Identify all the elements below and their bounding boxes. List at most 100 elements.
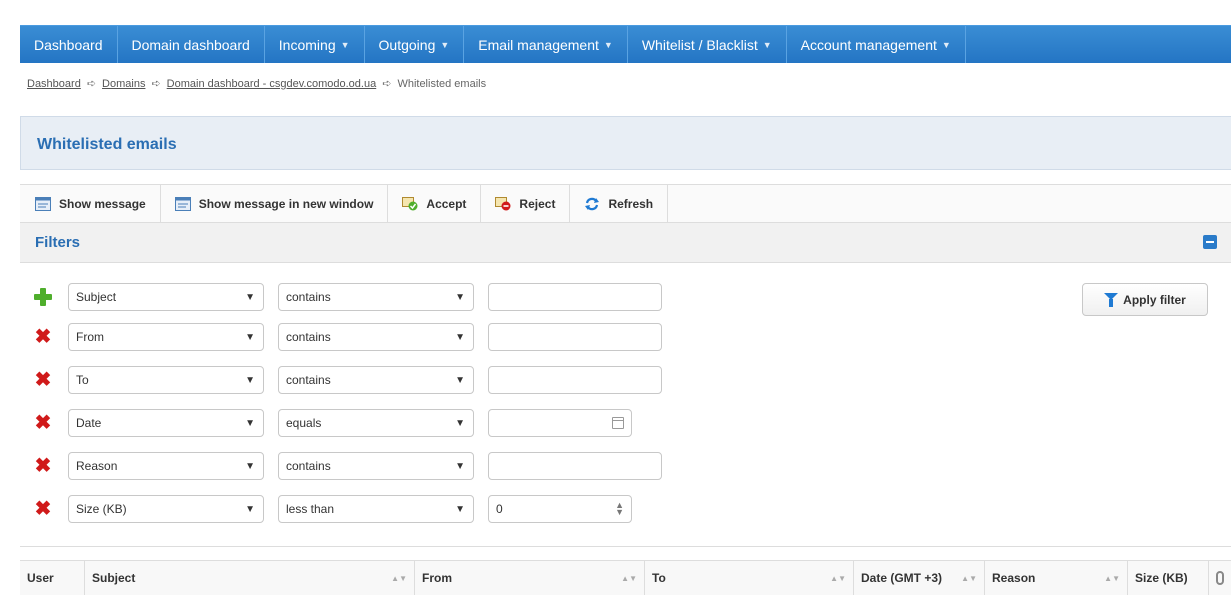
remove-filter-icon[interactable]: ✖ — [33, 413, 53, 433]
remove-filter-icon[interactable]: ✖ — [33, 499, 53, 519]
filter-operator-select[interactable]: contains ▼ — [278, 452, 474, 480]
column-label: User — [27, 571, 54, 585]
top-navigation: Dashboard Domain dashboard Incoming ▼ Out… — [20, 25, 1231, 63]
breadcrumb-link-domain-dashboard[interactable]: Domain dashboard - csgdev.comodo.od.ua — [167, 78, 377, 90]
chevron-down-icon: ▼ — [455, 291, 465, 303]
message-icon — [35, 196, 51, 211]
filter-row: Subject ▼ contains ▼ — [33, 282, 662, 312]
show-message-button[interactable]: Show message — [20, 185, 161, 222]
nav-account-management[interactable]: Account management ▼ — [787, 26, 966, 63]
filter-row: ✖ Reason ▼ contains ▼ — [33, 451, 662, 481]
arrow-right-icon: ➪ — [86, 78, 97, 90]
nav-label: Dashboard — [34, 36, 103, 53]
column-label: Size (KB) — [1135, 571, 1188, 585]
chevron-down-icon: ▼ — [455, 460, 465, 472]
filters-header: Filters — [20, 223, 1231, 263]
select-value: contains — [286, 373, 331, 387]
filter-field-select[interactable]: Size (KB) ▼ — [68, 495, 264, 523]
column-header-size[interactable]: Size (KB) — [1128, 561, 1209, 595]
nav-label: Whitelist / Blacklist — [641, 36, 758, 53]
nav-label: Account management — [800, 36, 937, 53]
breadcrumb-link-dashboard[interactable]: Dashboard — [27, 78, 81, 90]
select-value: Reason — [76, 459, 118, 473]
remove-filter-icon[interactable]: ✖ — [33, 370, 53, 390]
arrow-right-icon: ➪ — [382, 78, 392, 90]
spinner-icon[interactable]: ▲ ▼ — [615, 501, 624, 517]
column-header-attachment[interactable] — [1209, 561, 1231, 595]
select-value: Size (KB) — [76, 502, 127, 516]
add-filter-icon[interactable] — [33, 287, 53, 307]
chevron-down-icon: ▼ — [455, 503, 465, 515]
breadcrumb-link-domains[interactable]: Domains — [102, 78, 145, 90]
arrow-right-icon: ➪ — [151, 78, 161, 90]
chevron-down-icon: ▼ — [245, 331, 255, 343]
reject-icon — [495, 196, 511, 210]
button-label: Apply filter — [1123, 292, 1186, 307]
remove-filter-icon[interactable]: ✖ — [33, 456, 53, 476]
reject-button[interactable]: Reject — [481, 185, 571, 222]
nav-incoming[interactable]: Incoming ▼ — [265, 26, 365, 63]
apply-filter-button[interactable]: Apply filter — [1082, 283, 1208, 316]
nav-outgoing[interactable]: Outgoing ▼ — [365, 26, 465, 63]
show-message-new-window-button[interactable]: Show message in new window — [161, 185, 389, 222]
chevron-down-icon: ▼ — [245, 417, 255, 429]
chevron-down-icon: ▼ — [340, 39, 350, 50]
column-header-reason[interactable]: Reason ▲▼ — [985, 561, 1128, 595]
select-value: contains — [286, 459, 331, 473]
nav-domain-dashboard[interactable]: Domain dashboard — [118, 26, 265, 63]
nav-label: Email management — [478, 36, 599, 53]
filter-row: ✖ From ▼ contains ▼ — [33, 322, 662, 352]
filter-operator-select[interactable]: less than ▼ — [278, 495, 474, 523]
collapse-icon[interactable] — [1203, 235, 1217, 249]
page-title: Whitelisted emails — [37, 136, 177, 153]
filter-operator-select[interactable]: equals ▼ — [278, 409, 474, 437]
filter-row: ✖ Size (KB) ▼ less than ▼ 0 ▲ ▼ — [33, 494, 632, 524]
filter-value-input[interactable] — [488, 366, 662, 394]
column-label: To — [652, 571, 666, 585]
select-value: Subject — [76, 290, 117, 304]
filter-number-input[interactable]: 0 ▲ ▼ — [488, 495, 632, 523]
nav-label: Incoming — [278, 36, 336, 53]
filter-operator-select[interactable]: contains ▼ — [278, 366, 474, 394]
column-header-from[interactable]: From ▲▼ — [415, 561, 645, 595]
page-header: Whitelisted emails — [20, 116, 1231, 170]
column-header-to[interactable]: To ▲▼ — [645, 561, 854, 595]
button-label: Accept — [426, 196, 467, 211]
accept-button[interactable]: Accept — [388, 185, 482, 222]
chevron-down-icon: ▼ — [245, 291, 255, 303]
filter-field-select[interactable]: Subject ▼ — [68, 283, 264, 311]
chevron-down-icon: ▼ — [245, 374, 255, 386]
calendar-icon[interactable] — [612, 417, 624, 429]
sort-icon: ▲▼ — [1104, 573, 1120, 583]
filter-value-input[interactable] — [488, 323, 662, 351]
filter-date-input[interactable] — [488, 409, 632, 437]
chevron-down-icon: ▼ — [455, 374, 465, 386]
refresh-button[interactable]: Refresh — [570, 185, 669, 222]
column-header-date[interactable]: Date (GMT +3) ▲▼ — [854, 561, 985, 595]
remove-filter-icon[interactable]: ✖ — [33, 327, 53, 347]
column-header-user[interactable]: User — [20, 561, 85, 595]
breadcrumb: Dashboard ➪ Domains ➪ Domain dashboard -… — [27, 77, 486, 91]
column-header-subject[interactable]: Subject ▲▼ — [85, 561, 415, 595]
filter-value-input[interactable] — [488, 283, 662, 311]
select-value: Date — [76, 416, 102, 430]
nav-email-management[interactable]: Email management ▼ — [464, 26, 628, 63]
filter-value-input[interactable] — [488, 452, 662, 480]
filter-field-select[interactable]: From ▼ — [68, 323, 264, 351]
select-value: equals — [286, 416, 322, 430]
sort-icon: ▲▼ — [830, 573, 846, 583]
filter-field-select[interactable]: Date ▼ — [68, 409, 264, 437]
sort-icon: ▲▼ — [961, 573, 977, 583]
filter-field-select[interactable]: To ▼ — [68, 366, 264, 394]
nav-dashboard[interactable]: Dashboard — [20, 26, 118, 63]
filter-operator-select[interactable]: contains ▼ — [278, 323, 474, 351]
message-window-icon — [174, 196, 191, 211]
column-label: From — [422, 571, 452, 585]
filter-operator-select[interactable]: contains ▼ — [278, 283, 474, 311]
nav-whitelist-blacklist[interactable]: Whitelist / Blacklist ▼ — [628, 26, 787, 63]
chevron-down-icon: ▼ — [941, 39, 951, 50]
filter-field-select[interactable]: Reason ▼ — [68, 452, 264, 480]
select-value: less than — [286, 502, 335, 516]
nav-label: Outgoing — [378, 36, 436, 53]
accept-icon — [402, 196, 418, 210]
